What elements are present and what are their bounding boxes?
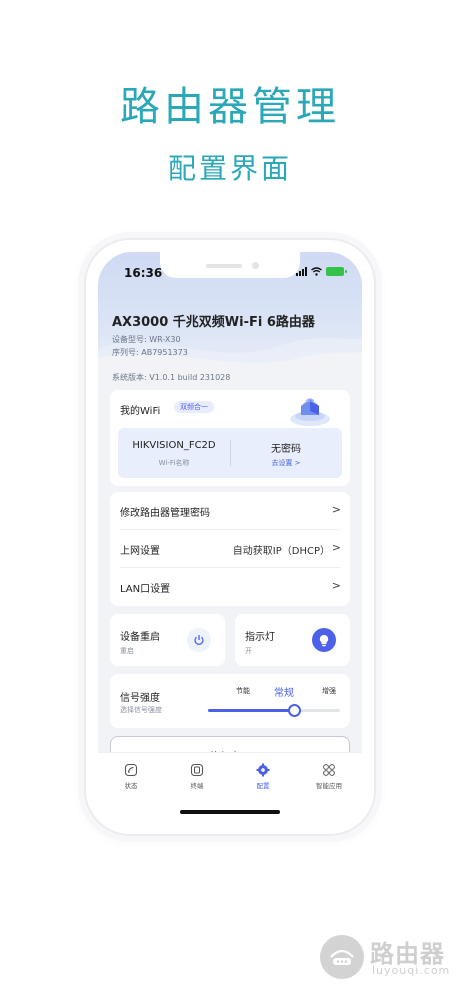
firmware-version: 系统版本: V1.0.1 build 231028 [112, 373, 231, 382]
tab-config[interactable]: 配置 [230, 763, 296, 790]
tab-label: 状态 [124, 782, 138, 790]
signal-level-boost[interactable]: 增强 [322, 686, 336, 696]
status-time: 16:36 [124, 266, 163, 280]
watermark-url: luyouqi.com [372, 964, 451, 977]
dual-band-badge: 双频合一 [174, 401, 214, 413]
list-item-label: LAN口设置 [120, 584, 171, 595]
wifi-info-box[interactable]: HIKVISION_FC2D Wi-Fi名称 无密码 去设置 > [118, 428, 342, 478]
lightbulb-icon [319, 634, 329, 646]
device-title: AX3000 千兆双频Wi-Fi 6路由器 [112, 315, 315, 330]
config-gear-icon [256, 763, 270, 777]
wifi-card-title: 我的WiFi [120, 406, 161, 417]
power-icon [194, 635, 204, 645]
battery-icon [326, 267, 347, 276]
reboot-card: 设备重启 重启 [110, 614, 225, 666]
wifi-status-icon [311, 267, 322, 276]
list-item-label: 上网设置 [120, 546, 160, 557]
lan-settings-item[interactable]: LAN口设置 > [110, 568, 350, 606]
wifi-set-link[interactable]: 去设置 > [230, 458, 342, 468]
tab-label: 终端 [190, 782, 204, 790]
tab-status[interactable]: 状态 [98, 763, 164, 790]
change-admin-password-item[interactable]: 修改路由器管理密码 > [110, 492, 350, 530]
status-icon [124, 763, 138, 777]
signal-slider-track[interactable] [208, 704, 340, 717]
phone-side-button [376, 378, 380, 438]
wifi-ssid: HIKVISION_FC2D [132, 440, 216, 451]
app-screen: 16:36 AX3000 千兆双频Wi-Fi 6路由器 设备型号: WR-X30… [98, 252, 362, 824]
signal-level-eco[interactable]: 节能 [236, 686, 250, 696]
reboot-button[interactable] [187, 628, 211, 652]
wifi-password-status: 无密码 [271, 444, 301, 455]
indicator-card: 指示灯 开 [235, 614, 350, 666]
tab-label: 配置 [256, 782, 270, 790]
status-icons [296, 267, 347, 276]
front-camera [252, 262, 259, 269]
signal-level-normal[interactable]: 常规 [274, 684, 294, 699]
internet-mode-value: 自动获取IP（DHCP） [232, 546, 330, 557]
signal-title: 信号强度 [120, 693, 160, 704]
cellular-signal-icon [296, 267, 307, 276]
wifi-ssid-label: Wi-Fi名称 [158, 459, 190, 467]
home-indicator [180, 810, 280, 814]
tab-smart-apps[interactable]: 智能应用 [296, 763, 362, 790]
terminal-icon [190, 763, 204, 777]
reboot-sub: 重启 [120, 647, 134, 655]
internet-settings-item[interactable]: 上网设置 自动获取IP（DHCP） > [110, 530, 350, 568]
router-illustration-icon [290, 398, 330, 426]
chevron-right-icon: > [331, 503, 341, 516]
chevron-right-icon: > [331, 579, 341, 592]
phone-frame: 16:36 AX3000 千兆双频Wi-Fi 6路由器 设备型号: WR-X30… [84, 238, 376, 836]
speaker-grille [206, 264, 242, 268]
router-logo-icon [330, 949, 354, 965]
device-model: 设备型号: WR-X30 [112, 335, 181, 344]
apps-icon [322, 763, 336, 777]
phone-notch [160, 252, 300, 278]
settings-list-card: 修改路由器管理密码 > 上网设置 自动获取IP（DHCP） > LAN口设置 > [110, 492, 350, 606]
indicator-toggle[interactable] [312, 628, 336, 652]
tab-label: 智能应用 [316, 782, 342, 790]
watermark-logo [320, 935, 364, 979]
indicator-title: 指示灯 [245, 632, 275, 643]
tab-terminal[interactable]: 终端 [164, 763, 230, 790]
signal-sub: 选择信号强度 [120, 706, 162, 714]
reboot-title: 设备重启 [120, 632, 160, 643]
list-item-label: 修改路由器管理密码 [120, 508, 210, 519]
signal-slider-fill [208, 709, 294, 712]
signal-strength-card: 信号强度 选择信号强度 节能 常规 增强 [110, 674, 350, 728]
wifi-card: 我的WiFi 双频合一 HIKVISION_FC2D Wi-Fi名称 无密码 去… [110, 390, 350, 486]
chevron-right-icon: > [331, 541, 341, 554]
hero-subtitle: 配置界面 [167, 152, 292, 185]
hero-title: 路由器管理 [120, 84, 340, 130]
signal-slider-thumb[interactable] [288, 704, 301, 717]
device-serial: 序列号: AB7951373 [112, 348, 188, 357]
indicator-sub: 开 [245, 647, 252, 655]
